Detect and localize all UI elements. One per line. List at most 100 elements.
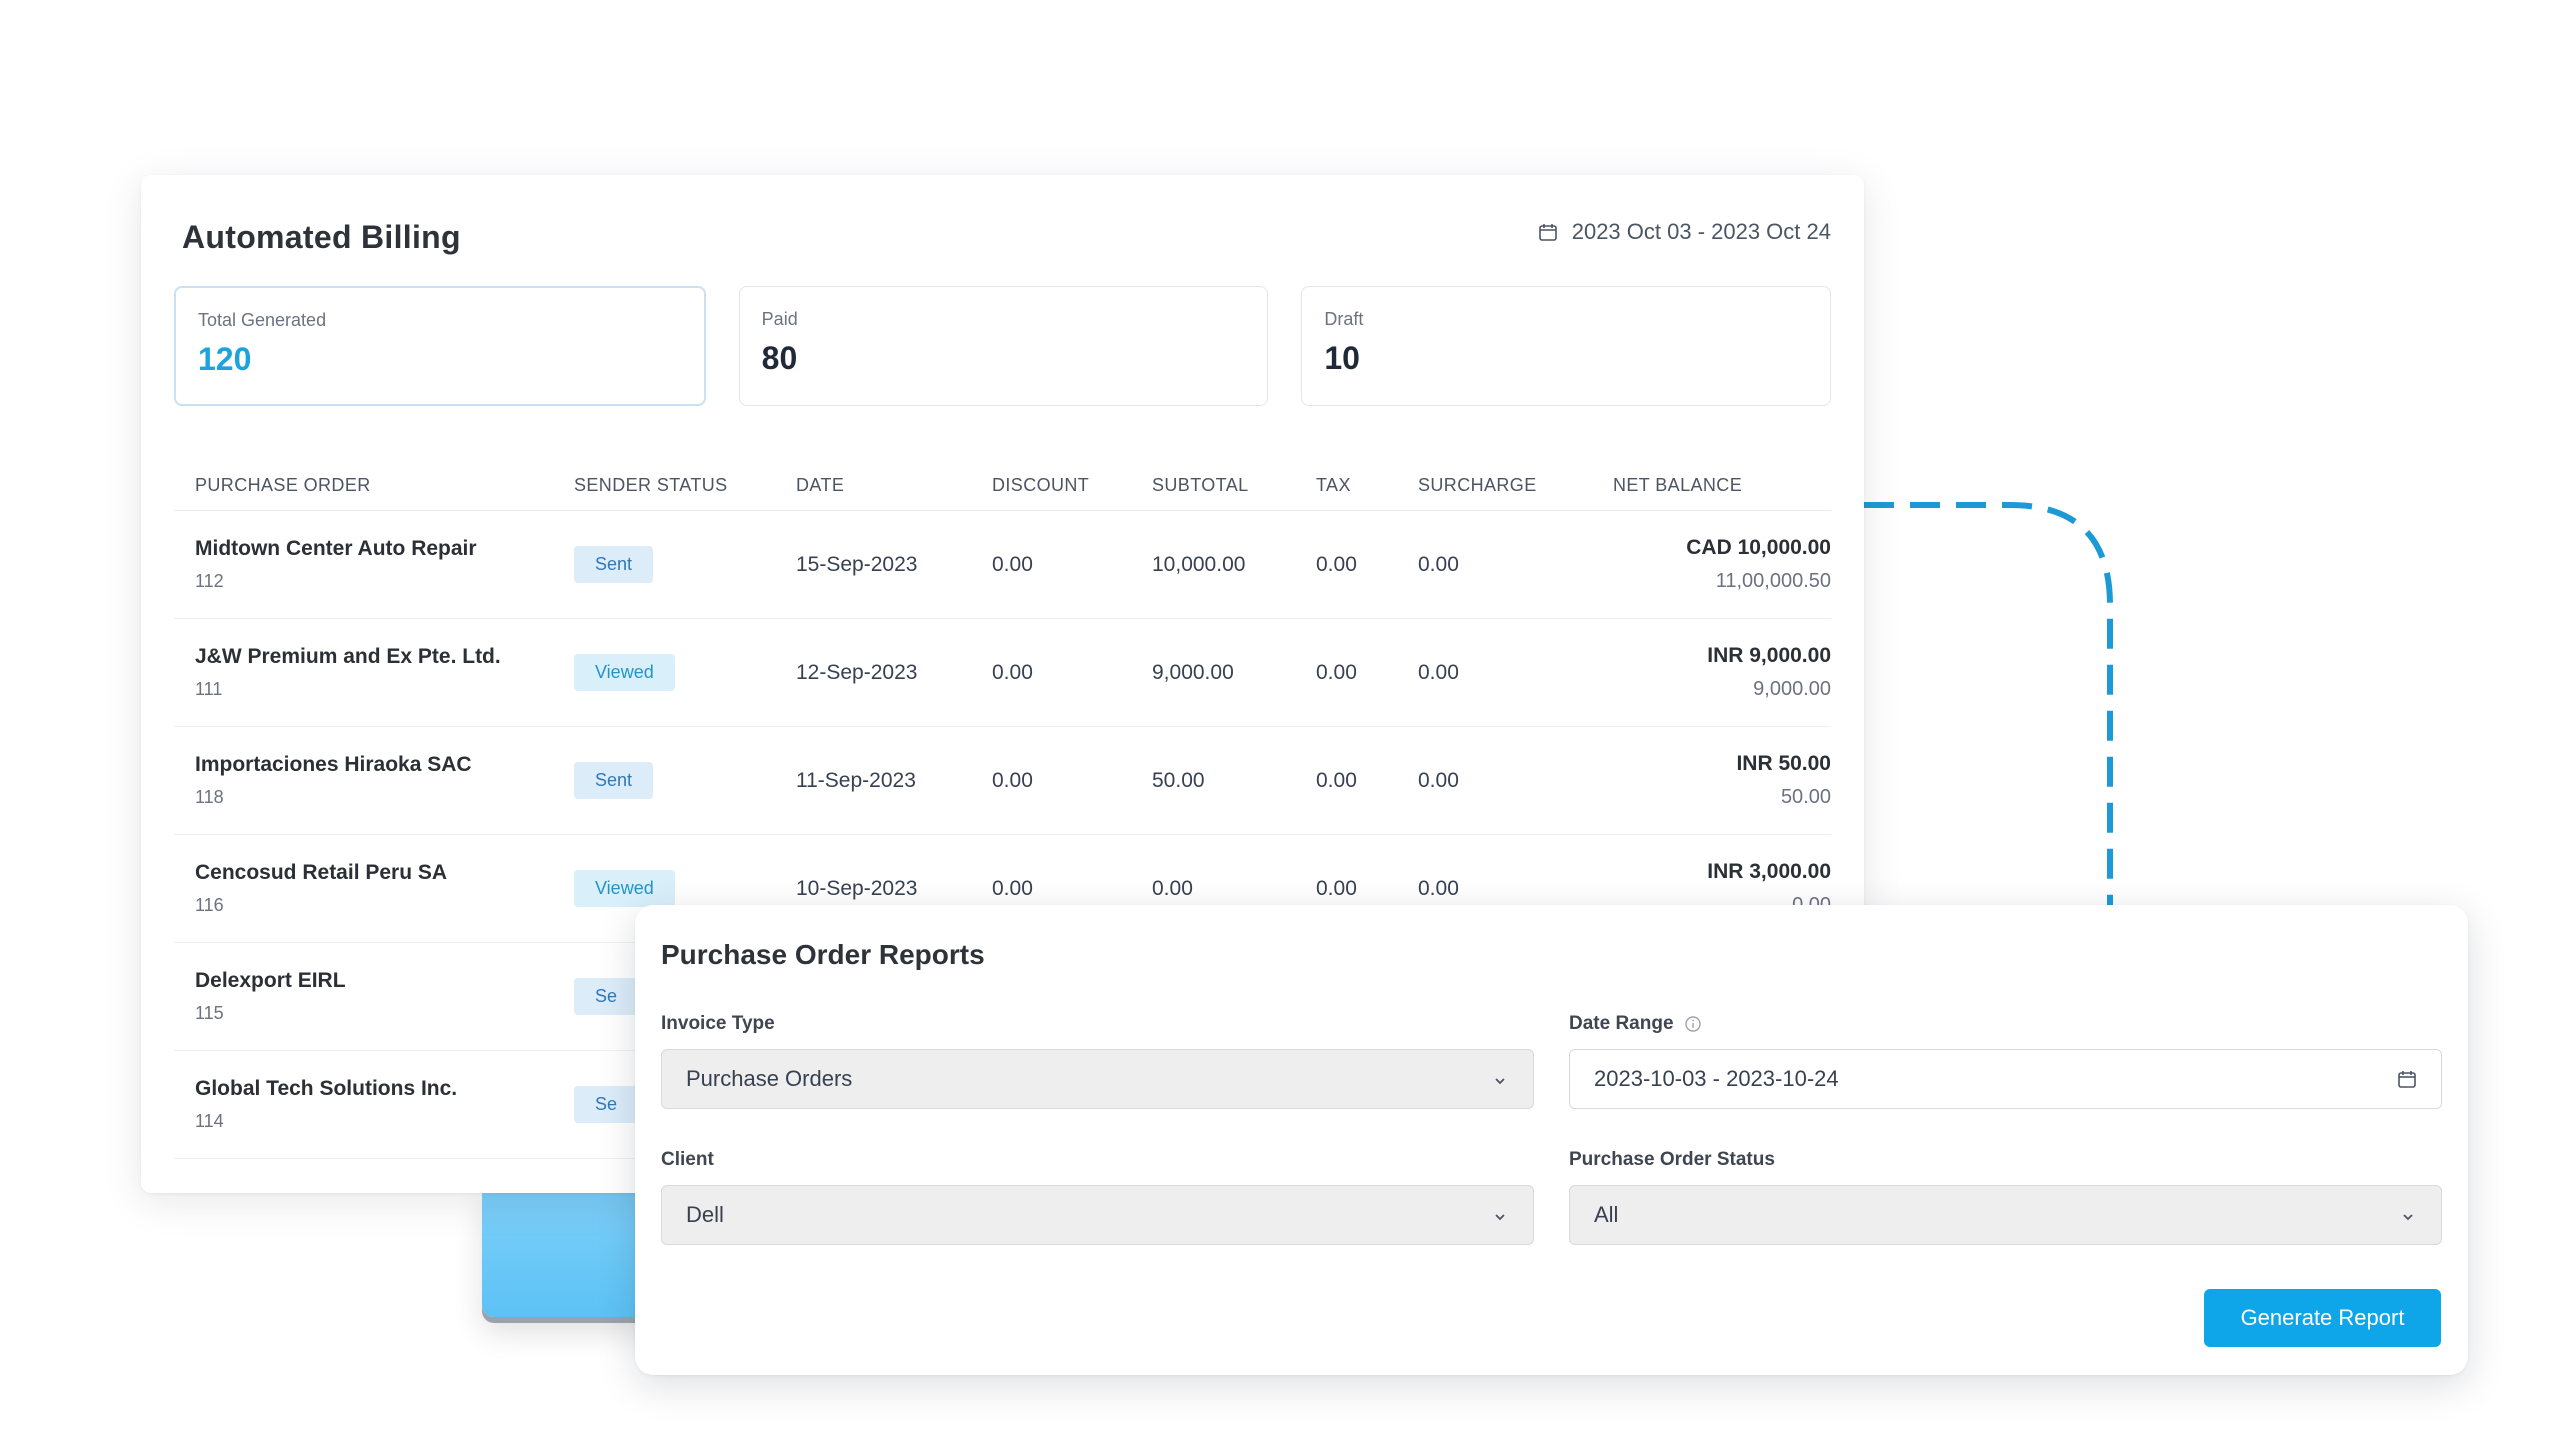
column-header-subtotal[interactable]: SUBTOTAL — [1152, 475, 1316, 496]
column-header-surcharge[interactable]: SURCHARGE — [1418, 475, 1598, 496]
cell-purchase-order: Global Tech Solutions Inc. 114 — [174, 1077, 574, 1132]
cell-purchase-order: Importaciones Hiraoka SAC 118 — [174, 753, 574, 808]
chevron-down-icon — [1491, 1206, 1509, 1224]
date-range-value: 2023-10-03 - 2023-10-24 — [1594, 1066, 1839, 1091]
cell-date: 11-Sep-2023 — [796, 768, 916, 792]
cell-surcharge: 0.00 — [1418, 660, 1459, 684]
billing-title: Automated Billing — [182, 219, 461, 255]
date-range-label: Date Range — [1569, 1013, 2442, 1035]
net-balance-main: CAD 10,000.00 — [1686, 536, 1831, 559]
cell-status: Sent — [574, 546, 796, 583]
calendar-icon — [1538, 222, 1558, 242]
client-label: Client — [661, 1149, 714, 1170]
cell-date: 10-Sep-2023 — [796, 876, 918, 900]
cell-purchase-order: Cencosud Retail Peru SA 116 — [174, 861, 574, 916]
stat-value: 80 — [761, 340, 798, 376]
po-number: 114 — [195, 1111, 224, 1131]
billing-date-range[interactable]: 2023 Oct 03 - 2023 Oct 24 — [1538, 219, 1831, 245]
client-select[interactable]: Dell — [661, 1185, 1534, 1245]
table-row[interactable]: Midtown Center Auto Repair 112 Sent 15-S… — [174, 511, 1831, 619]
po-name[interactable]: J&W Premium and Ex Pte. Ltd. — [195, 645, 574, 669]
cell-surcharge: 0.00 — [1418, 552, 1459, 576]
cell-status: Viewed — [574, 870, 796, 907]
status-badge: Sent — [574, 546, 654, 583]
cell-date: 15-Sep-2023 — [796, 552, 918, 576]
cell-discount: 0.00 — [992, 768, 1033, 792]
cell-discount: 0.00 — [992, 660, 1033, 684]
cell-subtotal: 9,000.00 — [1152, 660, 1234, 684]
column-header-discount[interactable]: DISCOUNT — [992, 475, 1152, 496]
po-number: 112 — [195, 571, 224, 591]
po-status-value: All — [1594, 1202, 1619, 1227]
po-status-select[interactable]: All — [1569, 1185, 2442, 1245]
table-header: PURCHASE ORDER SENDER STATUS DATE DISCOU… — [174, 461, 1831, 511]
invoice-type-label: Invoice Type — [661, 1013, 775, 1034]
column-header-tax[interactable]: TAX — [1316, 475, 1418, 496]
client-value: Dell — [686, 1202, 724, 1227]
cell-purchase-order: J&W Premium and Ex Pte. Ltd. 111 — [174, 645, 574, 700]
po-number: 115 — [195, 1003, 224, 1023]
status-badge: Sent — [574, 762, 654, 799]
cell-surcharge: 0.00 — [1418, 768, 1459, 792]
invoice-type-value: Purchase Orders — [686, 1066, 853, 1091]
status-badge: Se — [574, 1086, 639, 1123]
cell-tax: 0.00 — [1316, 876, 1357, 900]
column-header-net-balance[interactable]: NET BALANCE — [1598, 475, 1831, 496]
net-balance-main: INR 3,000.00 — [1707, 860, 1831, 883]
po-name[interactable]: Delexport EIRL — [195, 969, 574, 993]
table-row[interactable]: Importaciones Hiraoka SAC 118 Sent 11-Se… — [174, 727, 1831, 835]
po-name[interactable]: Global Tech Solutions Inc. — [195, 1077, 574, 1101]
calendar-icon[interactable] — [2397, 1069, 2417, 1089]
po-status-field: Purchase Order Status All — [1569, 1149, 2442, 1245]
cell-date: 12-Sep-2023 — [796, 660, 918, 684]
purchase-order-reports-card: Purchase Order Reports Invoice Type Purc… — [635, 905, 2468, 1375]
reports-title: Purchase Order Reports — [661, 939, 985, 970]
po-name[interactable]: Cencosud Retail Peru SA — [195, 861, 574, 885]
cell-purchase-order: Midtown Center Auto Repair 112 — [174, 537, 574, 592]
date-range-input[interactable]: 2023-10-03 - 2023-10-24 — [1569, 1049, 2442, 1109]
billing-date-range-text: 2023 Oct 03 - 2023 Oct 24 — [1571, 219, 1831, 244]
stat-label: Total Generated — [198, 310, 327, 330]
cell-tax: 0.00 — [1316, 768, 1357, 792]
net-balance-main: INR 9,000.00 — [1707, 644, 1831, 667]
date-range-field: Date Range 2023-10-03 - 2023-10-24 — [1569, 1013, 2442, 1109]
stat-draft[interactable]: Draft 10 — [1301, 286, 1832, 406]
po-number: 111 — [195, 679, 223, 699]
po-name[interactable]: Midtown Center Auto Repair — [195, 537, 574, 561]
po-number: 116 — [195, 895, 224, 915]
cell-tax: 0.00 — [1316, 552, 1357, 576]
status-badge: Viewed — [574, 654, 675, 691]
stat-value: 120 — [198, 341, 252, 377]
status-badge: Se — [574, 978, 639, 1015]
cell-net-balance: INR 9,000.00 9,000.00 — [1598, 644, 1831, 701]
invoice-type-select[interactable]: Purchase Orders — [661, 1049, 1534, 1109]
cell-subtotal: 50.00 — [1152, 768, 1205, 792]
cell-net-balance: CAD 10,000.00 11,00,000.50 — [1598, 536, 1831, 593]
po-number: 118 — [195, 787, 224, 807]
generate-report-button[interactable]: Generate Report — [2204, 1289, 2441, 1347]
cell-discount: 0.00 — [992, 876, 1033, 900]
column-header-date[interactable]: DATE — [796, 475, 992, 496]
cell-tax: 0.00 — [1316, 660, 1357, 684]
cell-net-balance: INR 50.00 50.00 — [1598, 752, 1831, 809]
client-field: Client Dell — [661, 1149, 1534, 1245]
stat-paid[interactable]: Paid 80 — [738, 286, 1269, 406]
info-icon[interactable] — [1684, 1015, 1702, 1033]
net-balance-sub: 11,00,000.50 — [1715, 570, 1831, 592]
table-row[interactable]: J&W Premium and Ex Pte. Ltd. 111 Viewed … — [174, 619, 1831, 727]
column-header-purchase-order[interactable]: PURCHASE ORDER — [174, 475, 574, 496]
po-status-label: Purchase Order Status — [1569, 1149, 1775, 1170]
cell-purchase-order: Delexport EIRL 115 — [174, 969, 574, 1024]
cell-subtotal: 0.00 — [1152, 876, 1193, 900]
stat-value: 10 — [1324, 340, 1360, 376]
net-balance-sub: 50.00 — [1780, 786, 1831, 808]
stats-row: Total Generated 120 Paid 80 Draft 10 — [174, 286, 1832, 406]
column-header-sender-status[interactable]: SENDER STATUS — [574, 475, 796, 496]
cell-surcharge: 0.00 — [1418, 876, 1459, 900]
cell-subtotal: 10,000.00 — [1152, 552, 1246, 576]
invoice-type-field: Invoice Type Purchase Orders — [661, 1013, 1534, 1109]
stat-total-generated[interactable]: Total Generated 120 — [174, 286, 706, 406]
cell-status: Viewed — [574, 654, 796, 691]
po-name[interactable]: Importaciones Hiraoka SAC — [195, 753, 574, 777]
net-balance-sub: 9,000.00 — [1753, 678, 1831, 700]
